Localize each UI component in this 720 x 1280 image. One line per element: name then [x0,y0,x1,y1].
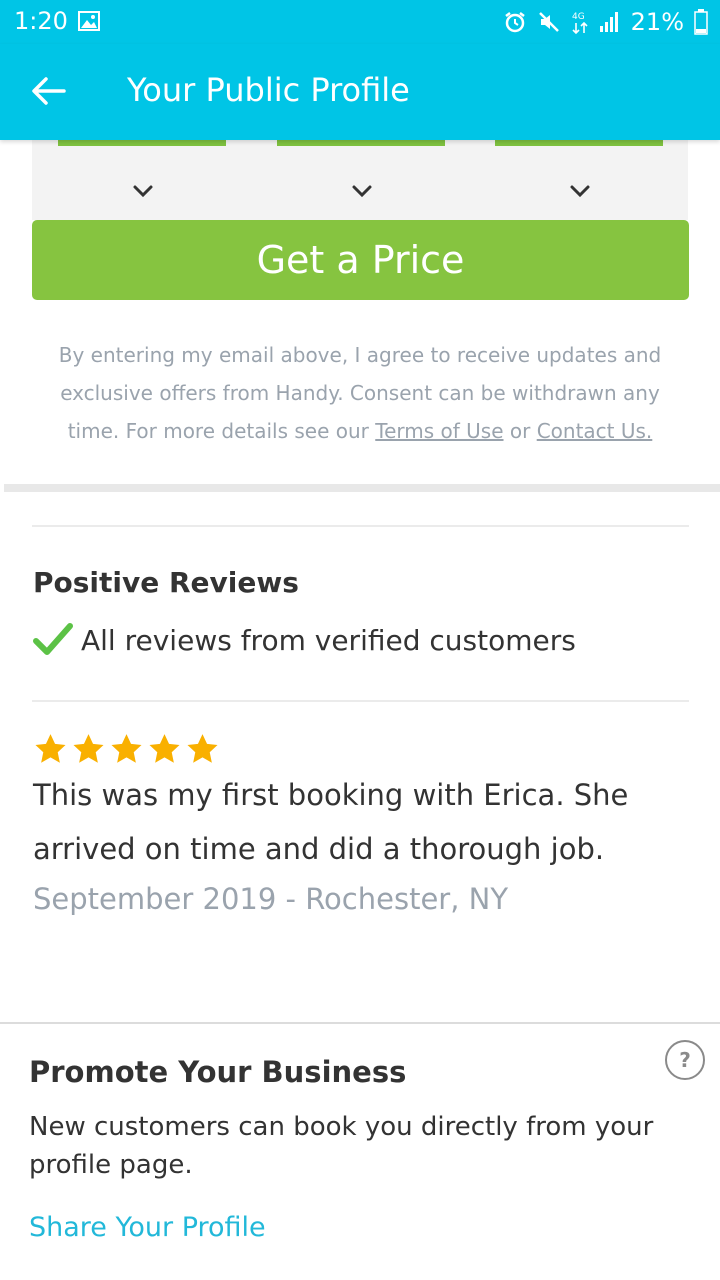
gallery-icon [78,11,100,31]
terms-of-use-link[interactable]: Terms of Use [375,419,503,443]
promo-text: New customers can book you directly from… [29,1112,654,1180]
reviews-title: Positive Reviews [33,566,299,599]
verified-note: All reviews from verified customers [33,620,576,660]
svg-text:4G: 4G [572,12,585,22]
consent-text: By entering my email above, I agree to r… [36,336,684,450]
select-dropdown[interactable] [58,140,226,220]
select-dropdown[interactable] [495,140,663,220]
verified-text: All reviews from verified customers [81,623,576,657]
review-text: This was my first booking with Erica. Sh… [33,778,629,866]
select-accent [495,140,663,146]
help-icon[interactable]: ? [664,1039,706,1081]
alarm-icon [504,12,525,33]
battery-percent: 21% [630,8,684,36]
get-price-button[interactable]: Get a Price [32,220,689,300]
checkmark-icon [33,623,73,655]
divider [32,700,689,702]
status-icons: 4G 21% [503,7,708,37]
select-accent [58,140,226,146]
star-icon [111,734,142,763]
battery-icon [694,9,708,35]
chevron-down-icon [570,185,590,198]
chevron-down-icon [352,185,372,198]
svg-text:?: ? [679,1048,691,1072]
star-icon [149,734,180,763]
select-accent [277,140,445,146]
status-bar: 1:20 4G 21% [0,0,720,44]
star-icon [73,734,104,763]
section-divider [4,484,720,492]
arrow-left-icon[interactable] [30,76,66,106]
signal-icon [599,12,618,32]
page-title: Your Public Profile [127,71,410,109]
star-rating [33,732,220,766]
divider [32,525,689,527]
contact-us-link[interactable]: Contact Us. [537,419,653,443]
review-meta: September 2019 - Rochester, NY [33,882,509,916]
consent-or: or [509,419,531,443]
status-time: 1:20 [14,7,68,35]
selector-row [32,140,688,220]
data-icon: 4G [572,12,588,35]
share-profile-link[interactable]: Share Your Profile [29,1212,266,1243]
promo-divider [0,1022,720,1024]
select-dropdown[interactable] [277,140,445,220]
app-bar: Your Public Profile [0,44,720,140]
promo-title: Promote Your Business [29,1055,407,1089]
star-icon [35,734,66,763]
mute-icon [538,12,559,32]
star-icon [187,734,218,763]
chevron-down-icon [133,185,153,198]
